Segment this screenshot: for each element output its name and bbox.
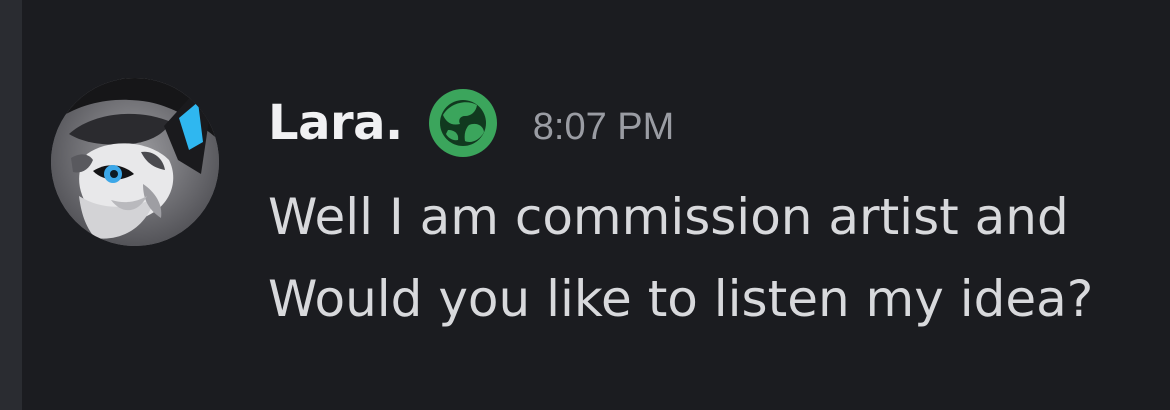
wolf-avatar-icon xyxy=(51,78,219,246)
message-author[interactable]: Lara. xyxy=(268,95,403,151)
chat-message: Lara. 8:07 PM Well I am commission artis… xyxy=(0,0,1170,410)
chat-view: Lara. 8:07 PM Well I am commission artis… xyxy=(0,0,1170,410)
message-header: Lara. 8:07 PM xyxy=(268,83,674,163)
message-timestamp: 8:07 PM xyxy=(532,105,675,148)
message-line: Well I am commission artist and xyxy=(268,188,1069,246)
user-avatar[interactable] xyxy=(51,78,219,246)
globe-icon[interactable] xyxy=(427,87,499,159)
message-line: Would you like to listen my idea? xyxy=(268,270,1094,328)
message-content: Well I am commission artist and Would yo… xyxy=(268,176,1170,340)
